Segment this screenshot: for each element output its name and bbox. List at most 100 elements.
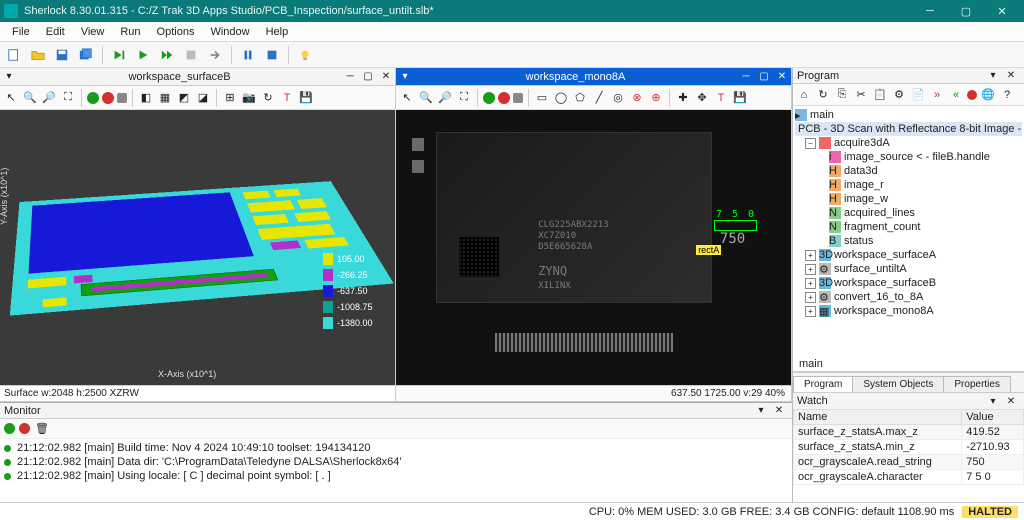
watch-menu-icon[interactable]: ▾: [985, 394, 1001, 408]
pointer-icon[interactable]: ↖: [3, 90, 19, 106]
zoom-icon[interactable]: 🔍: [22, 90, 38, 106]
ellipse-roi-icon[interactable]: ◯: [553, 90, 569, 106]
play-step-icon[interactable]: [109, 45, 129, 65]
menu-help[interactable]: Help: [258, 24, 297, 40]
tree-node[interactable]: Hdata3d: [795, 164, 1022, 178]
mon-run-icon[interactable]: [4, 423, 15, 434]
target-icon[interactable]: ⊗: [629, 90, 645, 106]
tree-node-acquire[interactable]: −acquire3dA: [795, 136, 1022, 150]
rect-roi-icon[interactable]: ▭: [534, 90, 550, 106]
tree-node[interactable]: +▦workspace_mono8A: [795, 304, 1022, 318]
snap-icon[interactable]: ⊞: [222, 90, 238, 106]
step-over-icon[interactable]: [205, 45, 225, 65]
watch-table[interactable]: NameValue surface_z_statsA.max_z419.52 s…: [793, 409, 1024, 502]
tree-node-suba[interactable]: PCB - 3D Scan with Reflectance 8-bit Ima…: [795, 122, 1022, 136]
pane-menu-icon[interactable]: ▾: [1, 70, 17, 84]
persp2-icon[interactable]: ◪: [195, 90, 211, 106]
pane-min-icon[interactable]: ─: [738, 70, 754, 84]
tree-node[interactable]: Himage_w: [795, 192, 1022, 206]
stop2-icon[interactable]: [117, 93, 127, 103]
pane-close-icon[interactable]: ✕: [774, 70, 790, 84]
rt-home-icon[interactable]: ⌂: [796, 87, 812, 103]
move-icon[interactable]: ✥: [694, 90, 710, 106]
tab-properties[interactable]: Properties: [943, 376, 1011, 392]
rt-gear-icon[interactable]: ⚙: [891, 87, 907, 103]
close-button[interactable]: ✕: [984, 1, 1020, 21]
menu-file[interactable]: File: [4, 24, 38, 40]
pane-min-icon[interactable]: ─: [342, 70, 358, 84]
menu-window[interactable]: Window: [202, 24, 257, 40]
rt-cut-icon[interactable]: ✂: [853, 87, 869, 103]
pane-max-icon[interactable]: ▢: [360, 70, 376, 84]
mon-clear-icon[interactable]: 🗑: [34, 421, 50, 437]
open-icon[interactable]: [28, 45, 48, 65]
rt-refresh-icon[interactable]: ↻: [815, 87, 831, 103]
canvas-2d[interactable]: XC7Z010 CLG225ABX2213 D5E665628A ZYNQ XI…: [396, 110, 791, 385]
cam-icon[interactable]: 📷: [241, 90, 257, 106]
program-tree[interactable]: ▸main PCB - 3D Scan with Reflectance 8-b…: [793, 106, 1024, 356]
run-dot-icon[interactable]: [483, 92, 495, 104]
tree-node[interactable]: +⚙surface_untiltA: [795, 262, 1022, 276]
rt-paste-icon[interactable]: 📋: [872, 87, 888, 103]
panel-menu-icon[interactable]: ▾: [985, 69, 1001, 83]
run-dot-icon[interactable]: [87, 92, 99, 104]
menu-edit[interactable]: Edit: [38, 24, 73, 40]
pane-close-icon[interactable]: ✕: [378, 70, 394, 84]
rt-world-icon[interactable]: 🌐: [980, 87, 996, 103]
play-icon[interactable]: [133, 45, 153, 65]
pane-menu-icon[interactable]: ▾: [397, 70, 413, 84]
rt-out-icon[interactable]: «: [948, 87, 964, 103]
poly-roi-icon[interactable]: ⬠: [572, 90, 588, 106]
view-icon[interactable]: ▦: [157, 90, 173, 106]
cross-icon[interactable]: ✚: [675, 90, 691, 106]
maximize-button[interactable]: ▢: [948, 1, 984, 21]
monitor-log[interactable]: 21:12:02.982 [main] Build time: Nov 4 20…: [0, 439, 792, 502]
stop-icon[interactable]: [181, 45, 201, 65]
cube-icon[interactable]: ◧: [138, 90, 154, 106]
rt-dot-icon[interactable]: [967, 90, 977, 100]
text-icon[interactable]: T: [713, 90, 729, 106]
tree-node-main[interactable]: ▸main: [795, 108, 1022, 122]
tab-program[interactable]: Program: [793, 376, 853, 392]
save2-icon[interactable]: 💾: [298, 90, 314, 106]
breakpoint-icon[interactable]: [262, 45, 282, 65]
zoom-out-icon[interactable]: 🔎: [437, 90, 453, 106]
record-icon[interactable]: [498, 92, 510, 104]
stop2-icon[interactable]: [513, 93, 523, 103]
zoom-icon[interactable]: 🔍: [418, 90, 434, 106]
menu-run[interactable]: Run: [112, 24, 148, 40]
new-icon[interactable]: [4, 45, 24, 65]
tab-system[interactable]: System Objects: [852, 376, 944, 392]
menu-options[interactable]: Options: [149, 24, 203, 40]
watch-close-icon[interactable]: ✕: [1003, 394, 1019, 408]
tree-node[interactable]: Nfragment_count: [795, 220, 1022, 234]
rt-doc-icon[interactable]: 📄: [910, 87, 926, 103]
save2-icon[interactable]: 💾: [732, 90, 748, 106]
pointer-icon[interactable]: ↖: [399, 90, 415, 106]
tree-node[interactable]: iimage_source < - fileB.handle: [795, 150, 1022, 164]
save-all-icon[interactable]: [76, 45, 96, 65]
target2-icon[interactable]: ⊕: [648, 90, 664, 106]
tree-node[interactable]: +3Dworkspace_surfaceA: [795, 248, 1022, 262]
record-icon[interactable]: [102, 92, 114, 104]
monitor-close-icon[interactable]: ✕: [771, 404, 787, 418]
bulb-icon[interactable]: [295, 45, 315, 65]
mon-rec-icon[interactable]: [19, 423, 30, 434]
zoom-out-icon[interactable]: 🔎: [41, 90, 57, 106]
tree-node[interactable]: Himage_r: [795, 178, 1022, 192]
annulus-icon[interactable]: ◎: [610, 90, 626, 106]
rot-icon[interactable]: ↻: [260, 90, 276, 106]
rt-copy-icon[interactable]: ⎘: [834, 87, 850, 103]
pause-icon[interactable]: [238, 45, 258, 65]
canvas-3d[interactable]: 105.00 -266.25 -637.50 -1008.75 -1380.00…: [0, 110, 395, 385]
tree-node[interactable]: +⚙convert_16_to_8A: [795, 290, 1022, 304]
menu-view[interactable]: View: [73, 24, 113, 40]
fit-icon[interactable]: ⛶: [456, 90, 472, 106]
play-fast-icon[interactable]: [157, 45, 177, 65]
text-icon[interactable]: T: [279, 90, 295, 106]
tree-node[interactable]: Bstatus: [795, 234, 1022, 248]
pane-max-icon[interactable]: ▢: [756, 70, 772, 84]
tree-node[interactable]: Nacquired_lines: [795, 206, 1022, 220]
monitor-menu-icon[interactable]: ▾: [753, 404, 769, 418]
minimize-button[interactable]: ─: [912, 1, 948, 21]
